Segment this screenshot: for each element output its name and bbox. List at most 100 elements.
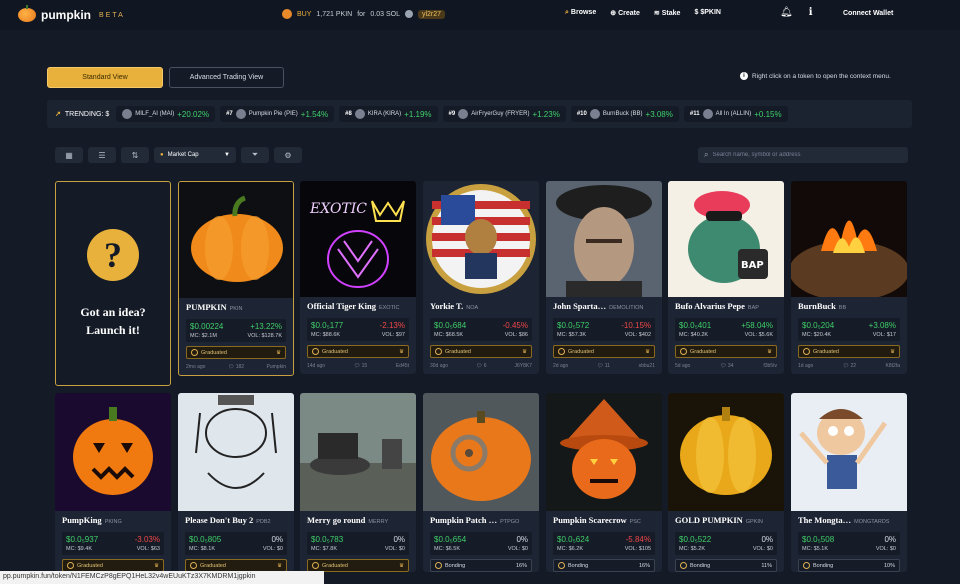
ticker-action: BUY [297, 10, 312, 18]
token-card[interactable]: BurnBuck BB $0.0₅204 +3.08% MC: $20.4K VOL: $… [791, 181, 907, 374]
token-card[interactable]: Please Don't Buy 2 PDB2 $0.0₅805 0% MC: $8.1… [178, 393, 294, 572]
status-label: Graduated [445, 348, 471, 355]
sort-order-button[interactable]: ⇅ [121, 147, 149, 163]
token-age: 30d ago [430, 363, 449, 369]
status-badge: Bonding 11% [675, 559, 777, 572]
create-token-card[interactable]: ? Got an idea? Launch it! [55, 181, 171, 386]
trending-rank: #8 [345, 111, 352, 117]
filter-button[interactable]: ⏷ [241, 147, 269, 163]
token-card[interactable]: EXOTIC Official Tiger King EXOTIC $0.0₅177-… [300, 181, 416, 374]
pumpkin-logo-icon [18, 5, 36, 22]
chat-icon: 💬︎ [476, 363, 484, 369]
token-card[interactable]: PUMPKIN PKIN $0.00224 +13.22% MC: $2.1M VOL: … [178, 181, 294, 376]
token-symbol: PSC [629, 519, 641, 525]
token-symbol: GPKIN [745, 519, 763, 525]
search-box[interactable]: ⌕ [698, 147, 908, 163]
bell-icon[interactable]: 🔔︎ [780, 7, 793, 18]
chat-icon: 💬︎ [596, 363, 605, 369]
token-card[interactable]: Merry go round MERRY $0.0₅783 0% MC: $7.8K VO… [300, 393, 416, 572]
market-cap: MC: $68.5K [434, 332, 464, 338]
token-image [179, 182, 293, 298]
token-card[interactable]: John Sparta… DEMOLITION $0.0₅572 -10.15% MC:… [546, 181, 662, 374]
token-image [178, 393, 294, 511]
status-icon [435, 562, 442, 569]
advanced-view-button[interactable]: Advanced Trading View [169, 67, 284, 88]
nav-browse[interactable]: ⌕ Browse [565, 9, 596, 17]
status-icon [191, 349, 198, 356]
brand-logo[interactable]: pumpkin BETA [18, 5, 125, 22]
list-icon: ☰ [98, 150, 106, 160]
connect-wallet-button[interactable]: Connect Wallet [843, 10, 893, 17]
trending-item[interactable]: #8 KIRA (KIRA) +1.19% [339, 106, 438, 122]
token-card[interactable]: Yorkie T. NOA $0.0₅684 -0.45% MC: $68.5K VOL:… [423, 181, 539, 374]
token-stats: $0.0₅624 -5.84% MC: $6.2K VOL: $105 [553, 532, 655, 555]
main-nav: ⌕ Browse ⊕ Create ≋ Stake $ $PKIN [565, 9, 721, 17]
search-icon: ⌕ [704, 150, 709, 159]
token-avatar [458, 109, 469, 119]
standard-view-button[interactable]: Standard View [47, 67, 163, 88]
ticker-amount: 1,721 PKIN [316, 10, 353, 18]
trending-item[interactable]: #10 BurnBuck (BB) +3.08% [570, 106, 679, 122]
bonding-percent: 11% [761, 562, 772, 569]
token-change: -2.13% [379, 321, 405, 330]
status-icon [435, 348, 442, 355]
trending-item[interactable]: #9 AirFryerGuy (FRYER) +1.23% [442, 106, 566, 122]
status-badge: Bonding 16% [430, 559, 532, 572]
reply-count: 💬︎ 182 [228, 364, 244, 370]
trending-item[interactable]: #11 All In (ALLIN) +0.15% [683, 106, 788, 122]
volume: VOL: $17 [872, 332, 896, 338]
token-name: Bufo Alvarius Pepe [675, 301, 745, 311]
token-name: Yorkie T. [430, 301, 464, 311]
token-symbol: BAP [747, 305, 759, 311]
list-view-button[interactable]: ☰ [88, 147, 116, 163]
token-change: +13.22% [250, 322, 282, 331]
grid-view-button[interactable]: ▦ [55, 147, 83, 163]
token-symbol: EXOTIC [378, 305, 400, 311]
info-icon: i [740, 72, 748, 80]
live-trade-ticker[interactable]: BUY 1,721 PKIN for 0.03 SOL yl2r27 [282, 9, 446, 19]
context-menu-hint: i Right click on a token to open the con… [740, 72, 891, 80]
info-icon[interactable]: i [809, 7, 813, 18]
token-card[interactable]: The Mongta… MONGTARDS $0.0₅508 0% MC: $5.1K V… [791, 393, 907, 572]
ticker-user: yl2r27 [417, 9, 446, 19]
token-price: $0.0₅684 [434, 321, 467, 330]
market-cap: MC: $20.4K [802, 332, 832, 338]
token-card[interactable]: BAP Bufo Alvarius Pepe BAP $0.0₅401 +58.04% M… [668, 181, 784, 374]
token-avatar [589, 109, 600, 119]
volume: VOL: $0 [752, 546, 773, 552]
svg-text:BAP: BAP [741, 260, 764, 271]
top-navbar: pumpkin BETA [0, 0, 960, 30]
trending-pct: +0.15% [754, 109, 782, 119]
settings-button[interactable]: ⚙ [274, 147, 302, 163]
status-badge: Bonding 16% [553, 559, 655, 572]
status-badge: Graduated ♛ [798, 345, 900, 358]
user-icon [404, 10, 413, 18]
reply-count: 💬︎ 11 [597, 363, 610, 369]
crown-icon: ♛ [277, 562, 282, 569]
nav-label: $PKIN [700, 9, 721, 16]
nav-label: Stake [661, 10, 681, 17]
volume: VOL: $5.6K [744, 332, 773, 338]
trending-item[interactable]: MILF_AI (MAI) +20.02% [116, 106, 216, 122]
token-card[interactable]: Pumpkin Scarecrow PSC $0.0₅624 -5.84% MC: $6… [546, 393, 662, 572]
token-symbol: MERRY [368, 519, 389, 525]
trending-pct: +3.08% [645, 109, 673, 119]
token-card[interactable]: PumpKing PKING $0.0₅937 -3.03% MC: $9.4K VOL:… [55, 393, 171, 572]
nav-create[interactable]: ⊕ Create [610, 9, 640, 17]
nav-pkin[interactable]: $ $PKIN [694, 9, 721, 17]
sort-select[interactable]: ● Market Cap ▼ [154, 147, 236, 163]
nav-stake[interactable]: ≋ Stake [654, 9, 681, 17]
trending-item[interactable]: #7 Pumpkin Pie (PIE) +1.54% [220, 106, 335, 122]
hint-text: Right click on a token to open the conte… [752, 72, 891, 80]
token-name: Pumpkin Scarecrow [553, 515, 627, 525]
token-avatar [235, 109, 246, 119]
token-card[interactable]: GOLD PUMPKIN GPKIN $0.0₅522 0% MC: $5.2K VOL:… [668, 393, 784, 572]
grid-icon: ▦ [65, 150, 73, 160]
token-price: $0.0₅937 [66, 535, 99, 544]
token-age: 2d ago [553, 363, 569, 369]
reply-count: 💬︎ 15 [354, 363, 367, 369]
search-input[interactable] [712, 152, 893, 158]
sort-value: Market Cap [167, 152, 199, 158]
token-card[interactable]: Pumpkin Patch … PTPGO $0.0₅654 0% MC: $6.5K V… [423, 393, 539, 572]
trending-name: BurnBuck (BB) [602, 111, 643, 117]
